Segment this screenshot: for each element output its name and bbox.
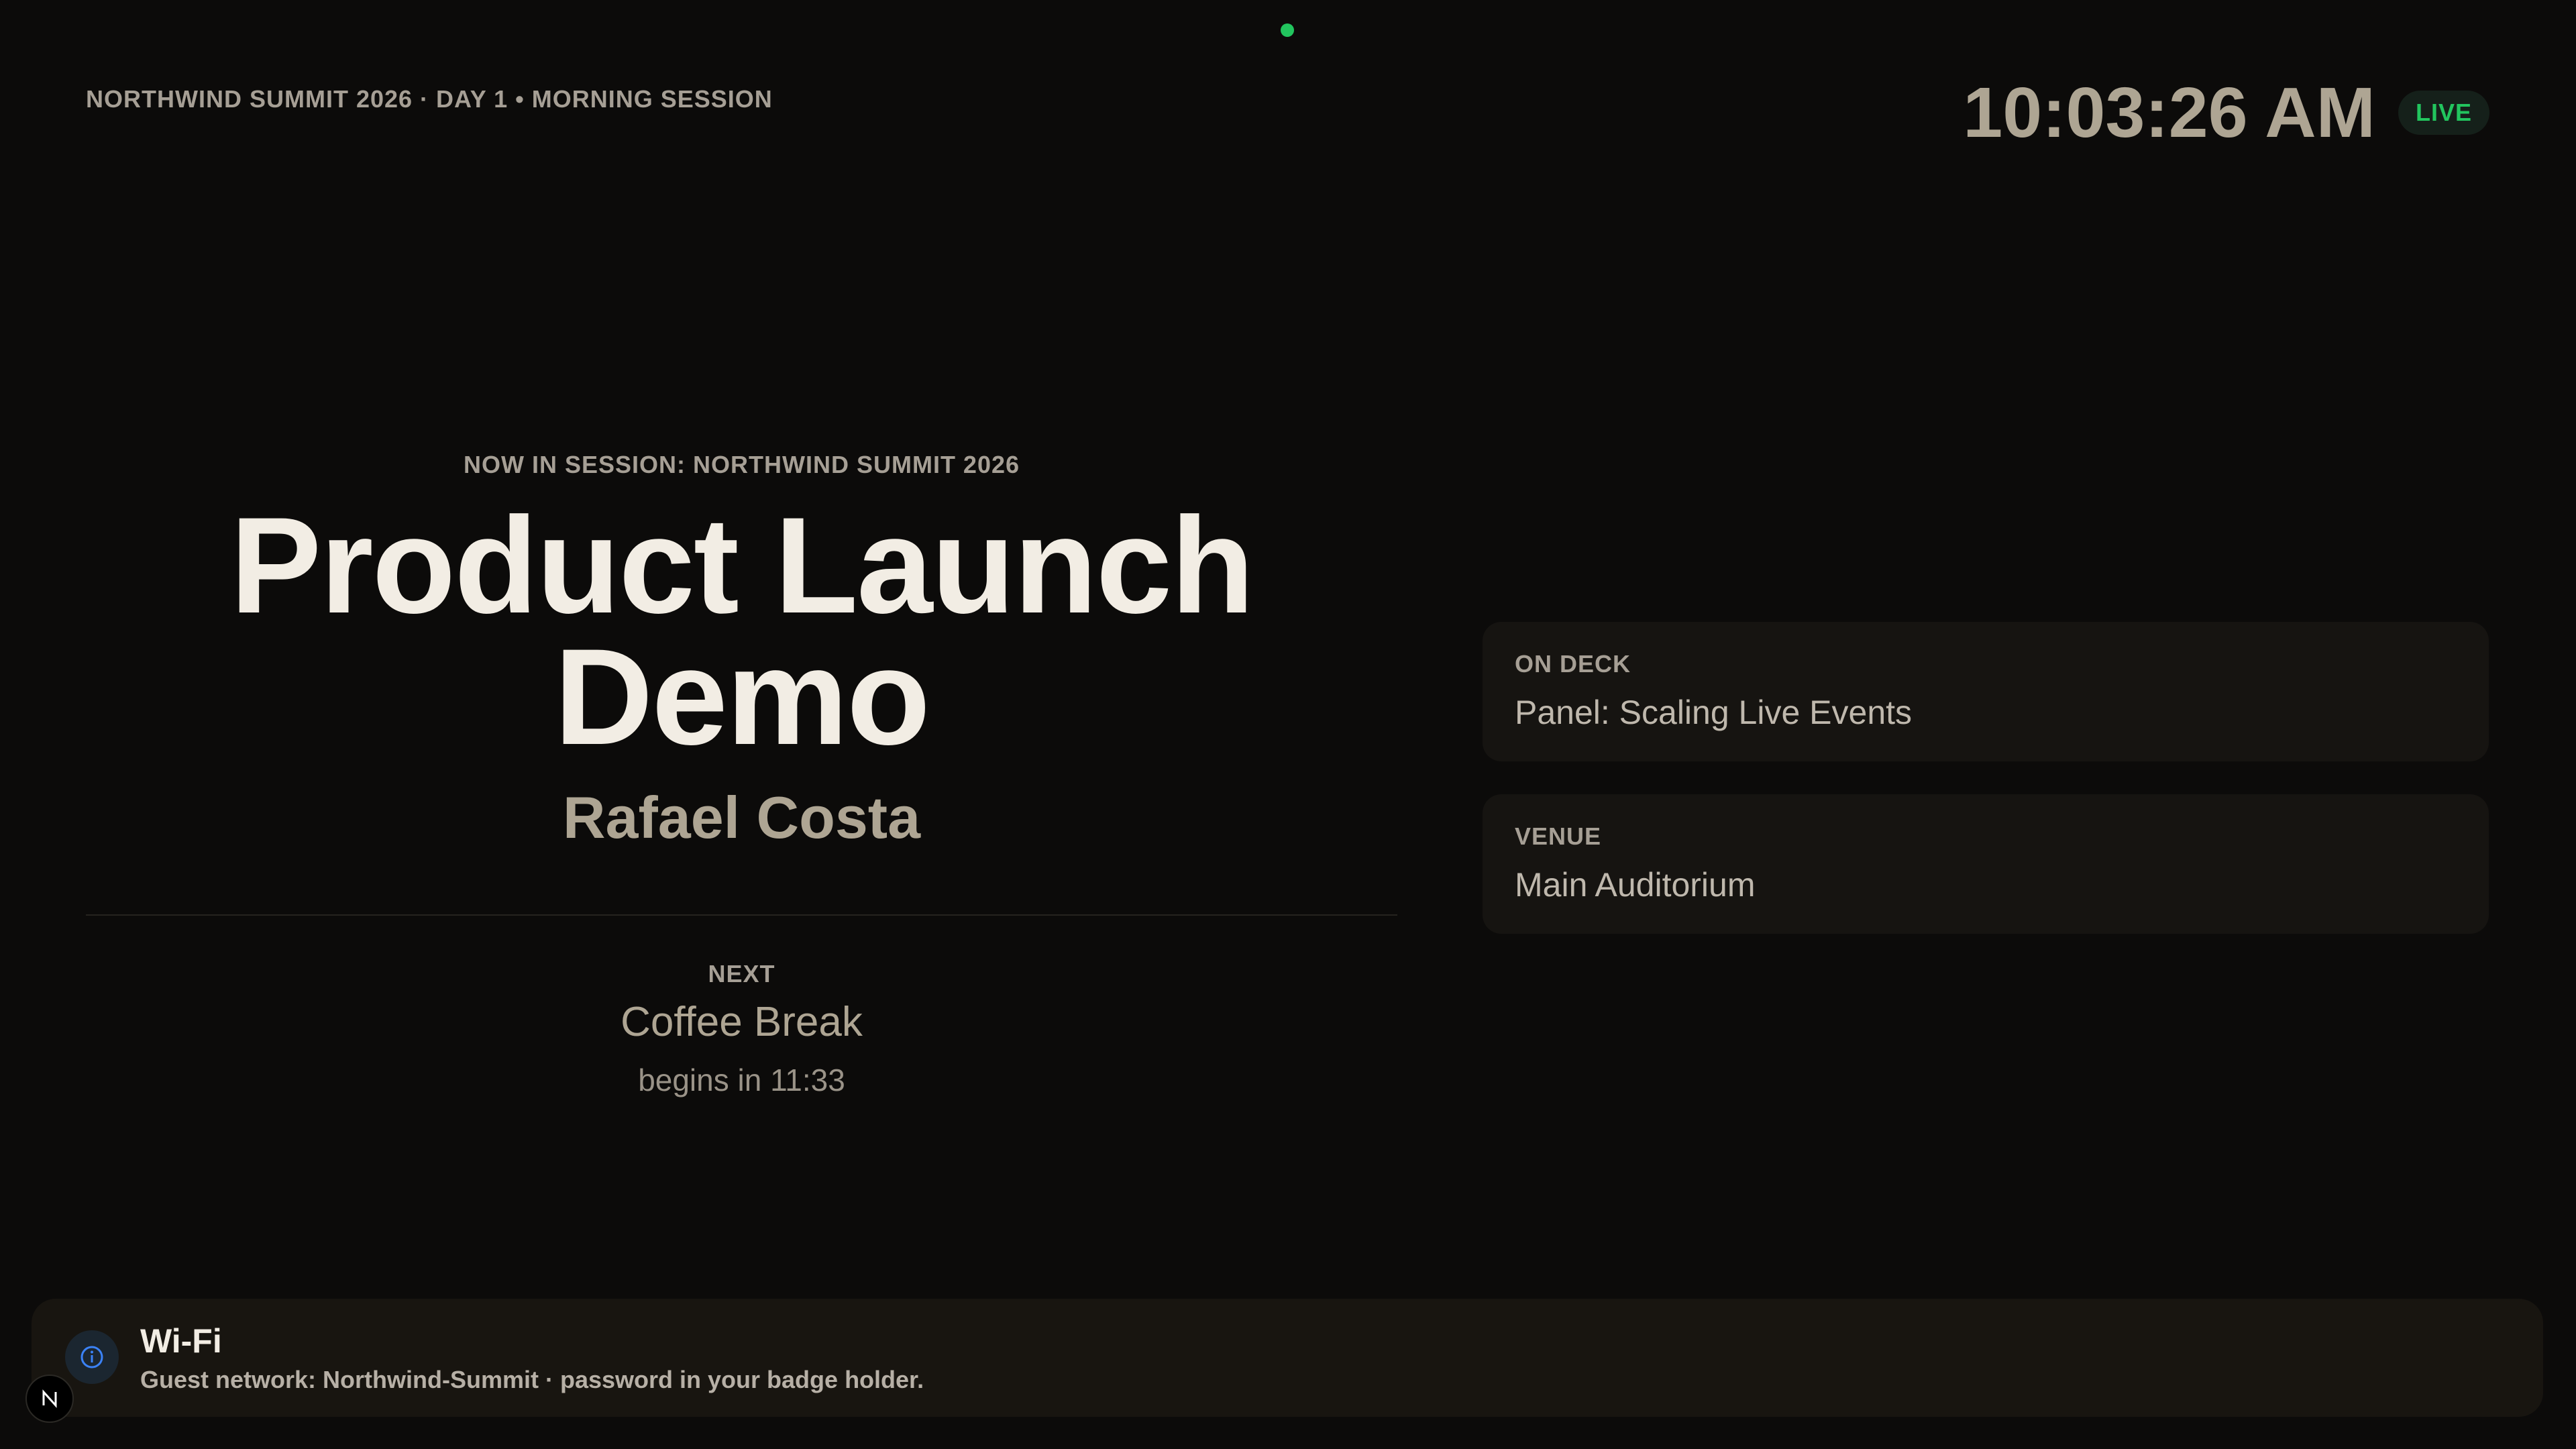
on-deck-value: Panel: Scaling Live Events: [1515, 694, 1913, 731]
venue-label: VENUE: [1515, 822, 1602, 850]
notice-title: Wi-Fi: [140, 1322, 222, 1360]
wifi-notice: Wi-Fi Guest network: Northwind-Summit · …: [32, 1299, 2543, 1417]
live-badge: LIVE: [2398, 91, 2489, 135]
on-deck-card: ON DECK Panel: Scaling Live Events: [1483, 622, 2489, 761]
venue-value: Main Auditorium: [1515, 866, 1756, 904]
notice-text: Guest network: Northwind-Summit · passwo…: [140, 1366, 924, 1393]
info-icon: [65, 1330, 119, 1384]
n-logo-icon[interactable]: [25, 1375, 74, 1423]
next-session-countdown: begins in 11:33: [638, 1063, 845, 1097]
next-label: NEXT: [708, 960, 775, 987]
now-in-session-label: NOW IN SESSION: NORTHWIND SUMMIT 2026: [463, 451, 1020, 478]
clock-area: 10:03:26 AM LIVE: [1963, 77, 2489, 148]
on-deck-label: ON DECK: [1515, 650, 1631, 678]
session-title-line-1: Product Launch: [230, 489, 1254, 642]
speaker-name: Rafael Costa: [562, 784, 921, 851]
event-header: NORTHWIND SUMMIT 2026 · DAY 1 • MORNING …: [86, 85, 773, 113]
venue-card: VENUE Main Auditorium: [1483, 794, 2489, 934]
status-indicator-dot: [1281, 23, 1294, 37]
clock: 10:03:26 AM: [1963, 73, 2375, 152]
divider: [86, 914, 1397, 916]
next-session-title: Coffee Break: [621, 999, 863, 1045]
session-title-line-2: Demo: [554, 621, 930, 773]
session-title: Product Launch Demo: [86, 489, 1397, 773]
